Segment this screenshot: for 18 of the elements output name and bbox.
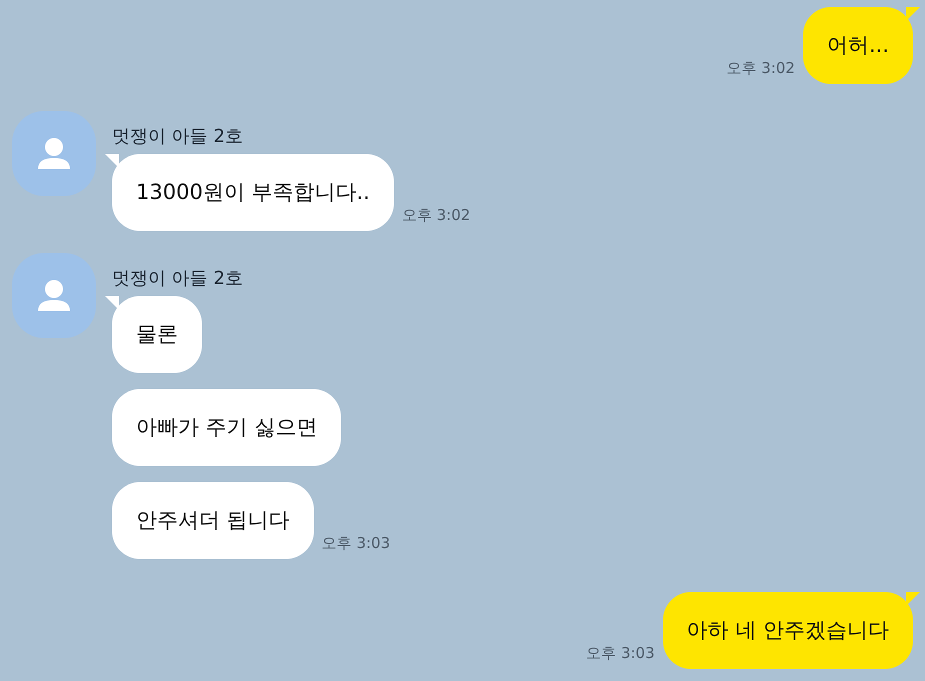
message-bubble: 안주셔더 됩니다 (112, 482, 314, 559)
message-bubble: 13000원이 부족합니다.. (112, 154, 394, 231)
message-time: 오후 3:02 (402, 208, 470, 223)
message-bubble: 어허... (802, 7, 913, 84)
message-time: 오후 3:03 (322, 536, 390, 551)
avatar-icon[interactable] (12, 111, 96, 196)
sender-name: 멋쟁이 아들 2호 (112, 270, 244, 288)
message-bubble: 물론 (112, 296, 202, 373)
message-bubble: 아빠가 주기 싫으면 (112, 389, 342, 466)
bubble-tail (105, 296, 119, 310)
message-time: 오후 3:03 (586, 646, 655, 661)
bubble-tail (105, 154, 119, 168)
bubble-tail (906, 7, 920, 21)
message-bubble: 아하 네 안주겠습니다 (662, 592, 913, 669)
sender-name: 멋쟁이 아들 2호 (112, 128, 244, 146)
avatar-icon[interactable] (12, 253, 96, 338)
bubble-tail (906, 592, 920, 606)
message-time: 오후 3:02 (726, 61, 795, 76)
